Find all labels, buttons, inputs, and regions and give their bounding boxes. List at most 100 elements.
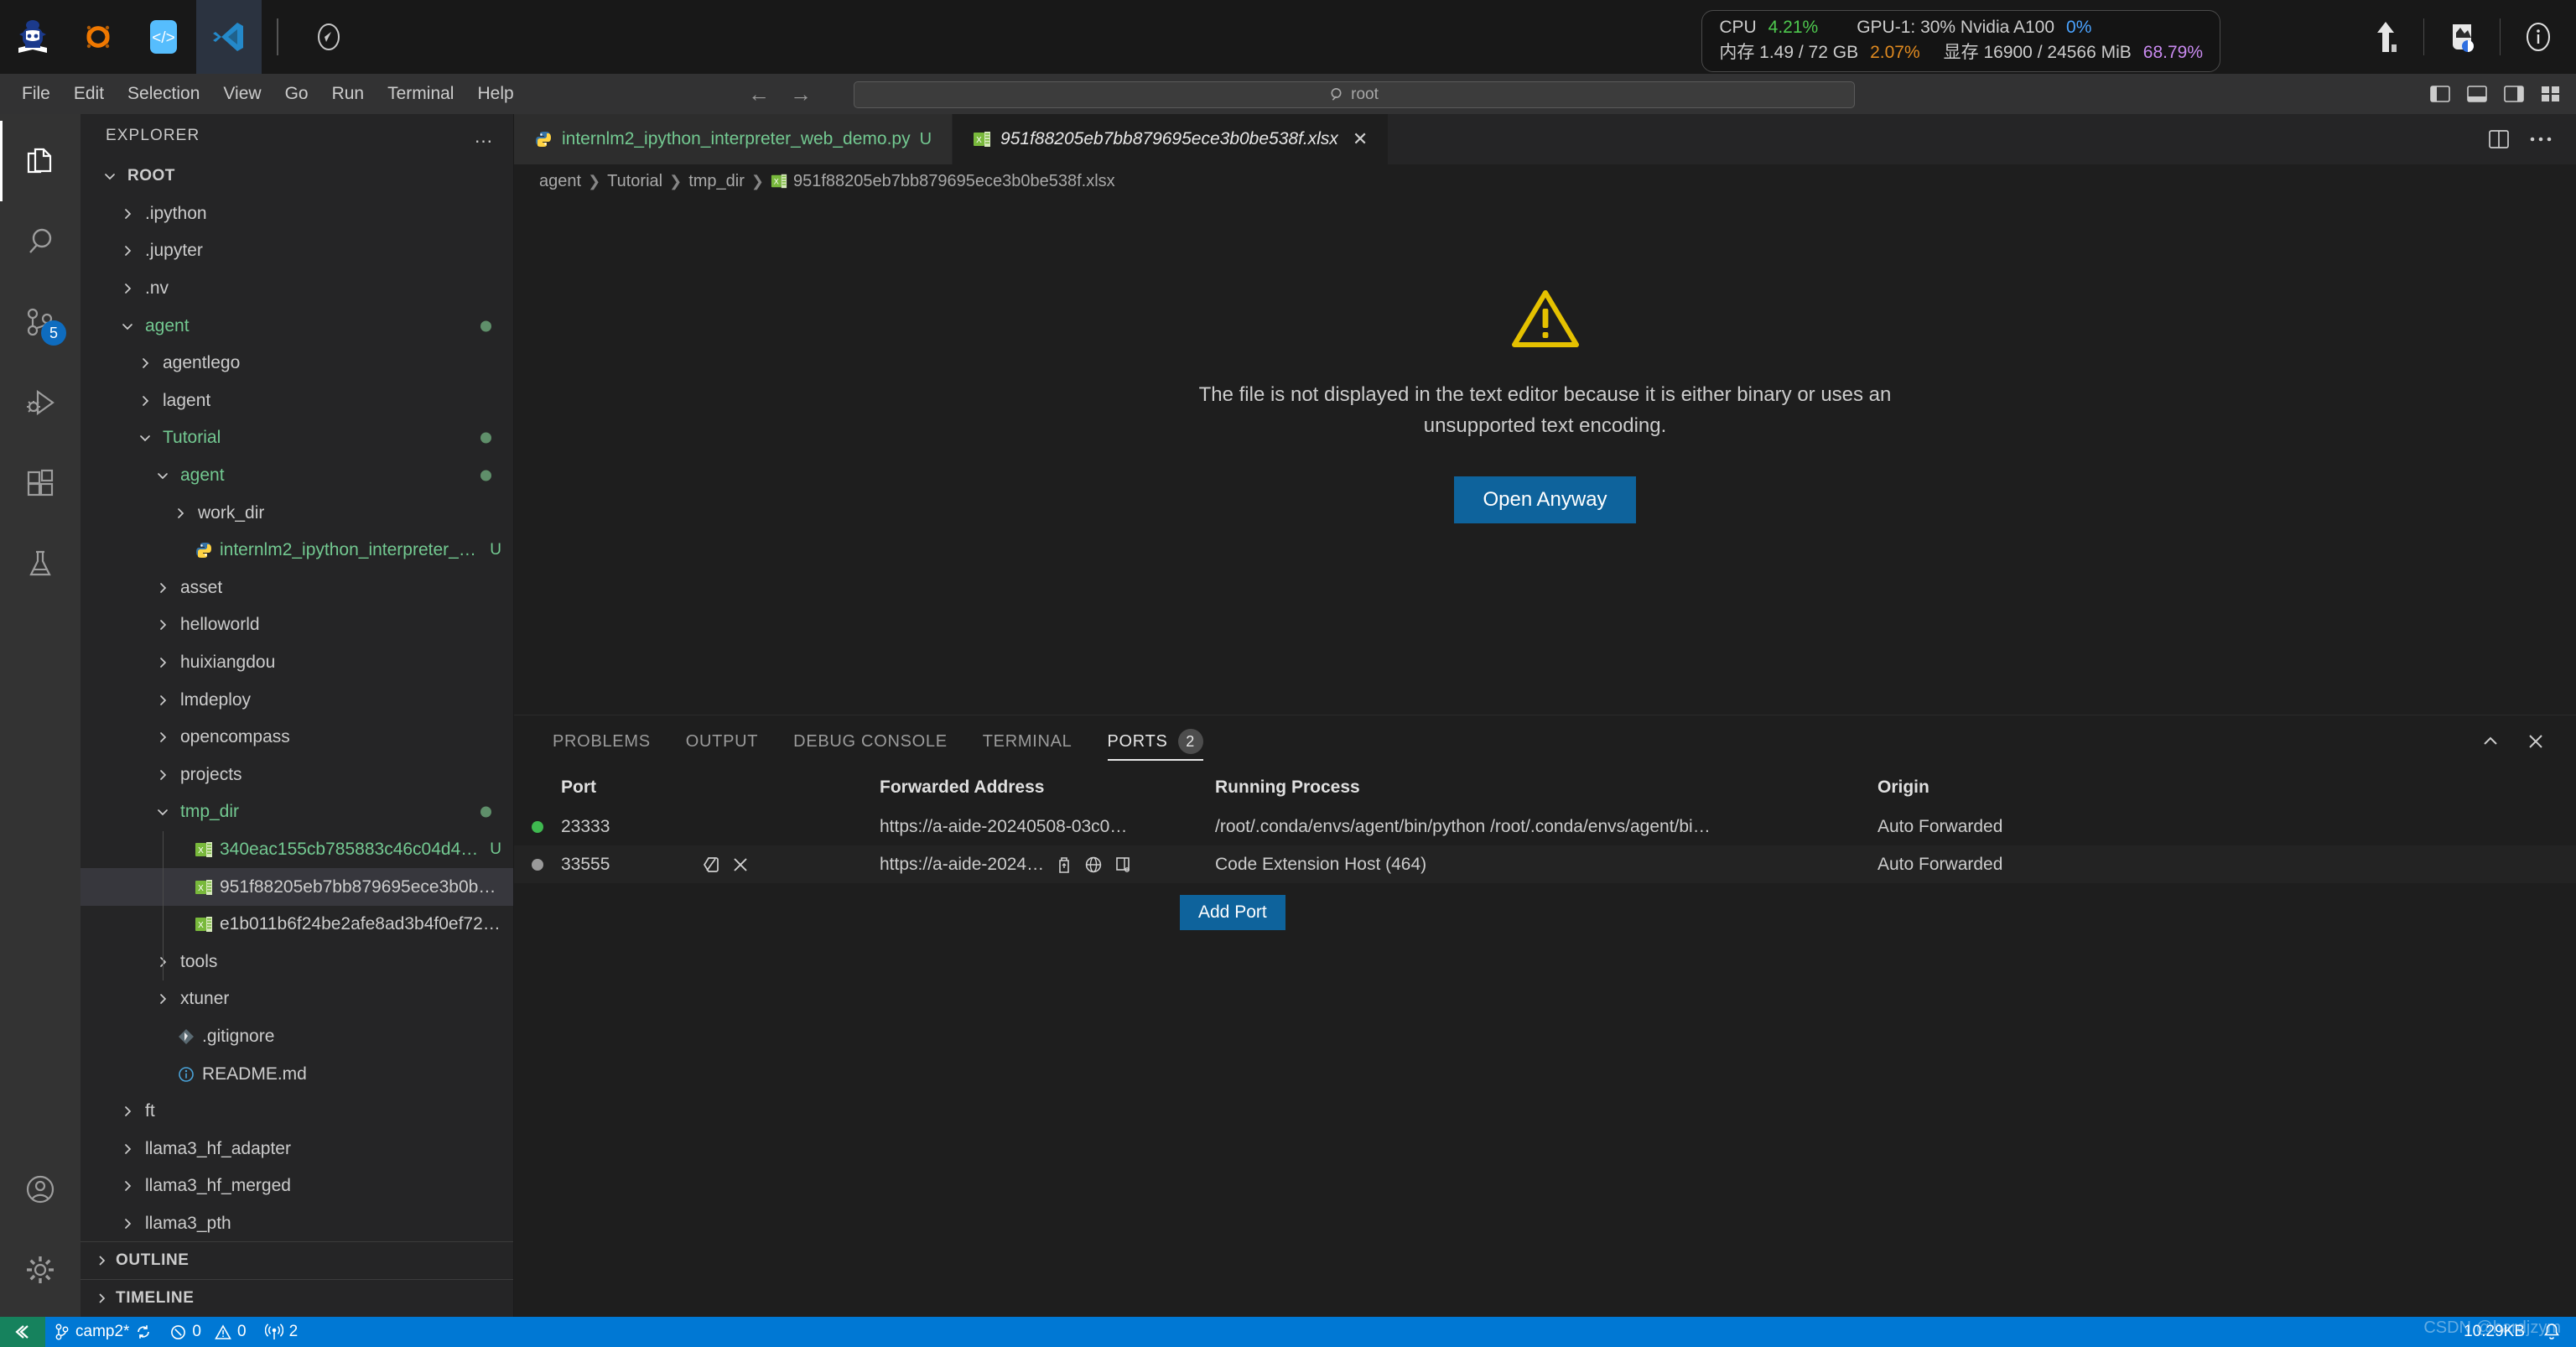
status-ports[interactable]: 2 [256,1317,308,1347]
chevron-down-icon[interactable] [134,431,156,445]
menu-selection[interactable]: Selection [116,80,211,108]
chevron-right-icon[interactable] [152,656,174,669]
sidebar-item-run-and-debug[interactable] [0,362,80,443]
tree-folder-work_dir[interactable]: work_dir [80,494,513,532]
tree-folder-agentlego[interactable]: agentlego [80,345,513,382]
tab-output[interactable]: OUTPUT [686,715,758,767]
explorer-more-actions-icon[interactable]: … [474,126,495,146]
menu-view[interactable]: View [211,80,273,108]
tab-terminal[interactable]: TERMINAL [983,715,1072,767]
menu-terminal[interactable]: Terminal [376,80,465,108]
chevron-right-icon[interactable] [152,731,174,744]
tree-folder-tmp_dir[interactable]: tmp_dir [80,793,513,831]
close-icon[interactable] [2521,726,2551,757]
tree-folder-llama3_pth[interactable]: llama3_pth [80,1205,513,1241]
tree-file-18[interactable]: X 340eac155cb785883c46c04d421e0… U [80,831,513,869]
tree-root[interactable]: ROOT [80,158,513,195]
gear-icon[interactable] [0,1230,80,1310]
ports-table-row[interactable]: 23333 https://a-aide-20240508-03c0… /roo… [514,808,2576,845]
internlm-logo[interactable] [0,0,65,74]
tree-file-10[interactable]: internlm2_ipython_interpreter_web… U [80,532,513,569]
upload-arrow-icon[interactable] [2348,0,2423,74]
breadcrumb-item-tmp-dir[interactable]: tmp_dir [688,172,745,191]
tree-folder-opencompass[interactable]: opencompass [80,719,513,757]
chevron-right-icon[interactable] [117,1217,138,1230]
status-branch[interactable]: camp2* [45,1317,161,1347]
sidebar-item-extensions[interactable] [0,443,80,523]
tree-file-20[interactable]: Xe1b011b6f24be2afe8ad3b4f0ef72ec1.xlsx [80,906,513,944]
sidebar-item-search[interactable] [0,201,80,282]
open-anyway-button[interactable]: Open Anyway [1454,476,1636,524]
menu-go[interactable]: Go [273,80,320,108]
stop-forwarding-icon[interactable] [732,856,749,873]
chevron-right-icon[interactable] [117,1142,138,1156]
menu-edit[interactable]: Edit [62,80,116,108]
chevron-right-icon[interactable] [169,507,191,520]
tree-folder-tools[interactable]: tools [80,943,513,980]
quick-search-input[interactable]: root [854,81,1855,108]
tree-file-19[interactable]: X 951f88205eb7bb879695ece3b0be538f.xl… [80,868,513,906]
sync-icon[interactable] [135,1324,152,1340]
chevron-up-icon[interactable] [2475,726,2506,757]
chevron-right-icon[interactable] [117,282,138,295]
tab-internlm2-py[interactable]: internlm2_ipython_interpreter_web_demo.p… [514,114,953,164]
chevron-right-icon[interactable] [152,992,174,1006]
sidebar-item-source-control[interactable]: 5 [0,282,80,362]
breadcrumb-item-tutorial[interactable]: Tutorial [607,172,662,191]
forwarded-address[interactable]: https://a-aide-2024… [880,855,1044,875]
tree-folder-huixiangdou[interactable]: huixiangdou [80,644,513,682]
tree-folder-nv[interactable]: .nv [80,270,513,308]
chevron-right-icon[interactable] [134,394,156,408]
close-icon[interactable]: ✕ [1353,130,1368,148]
go-back-icon[interactable]: ← [745,81,773,107]
chevron-down-icon[interactable] [99,169,121,183]
menu-run[interactable]: Run [320,80,377,108]
chevron-right-icon[interactable] [117,1179,138,1193]
chevron-right-icon[interactable] [152,618,174,632]
tree-folder-jupyter[interactable]: .jupyter [80,232,513,270]
menu-help[interactable]: Help [465,80,525,108]
tree-folder-asset[interactable]: asset [80,569,513,607]
chevron-down-icon[interactable] [117,320,138,333]
screenshot-icon[interactable] [2424,0,2500,74]
menu-file[interactable]: File [10,80,62,108]
ports-table-row[interactable]: 33555 https://a-aide-2024… Code Extensio… [514,845,2576,883]
chevron-right-icon[interactable] [152,768,174,782]
breadcrumb-item-agent[interactable]: agent [539,172,581,191]
sidebar-item-testing[interactable] [0,523,80,604]
preview-browser-icon[interactable] [1114,856,1133,874]
edit-label-icon[interactable] [702,856,720,874]
tree-folder-llama3_hf_adapter[interactable]: llama3_hf_adapter [80,1130,513,1168]
add-port-button[interactable]: Add Port [1180,895,1285,930]
chevron-right-icon[interactable] [117,207,138,221]
toggle-secondary-sidebar-icon[interactable] [2497,77,2531,111]
tree-folder-lagent[interactable]: lagent [80,382,513,420]
tree-folder-projects[interactable]: projects [80,757,513,794]
toggle-primary-sidebar-icon[interactable] [2423,77,2457,111]
chevron-down-icon[interactable] [152,469,174,482]
customize-layout-icon[interactable] [2534,77,2568,111]
more-actions-icon[interactable] [2524,122,2558,156]
copy-icon[interactable] [1056,856,1072,874]
remote-indicator-icon[interactable] [0,1317,45,1347]
tree-folder-tutorial[interactable]: Tutorial [80,419,513,457]
go-forward-icon[interactable]: → [787,81,815,107]
tree-file-24[interactable]: README.md [80,1055,513,1093]
bell-icon[interactable] [2534,1317,2569,1347]
breadcrumb-item-file[interactable]: X 951f88205eb7bb879695ece3b0be538f.xlsx [771,172,1115,191]
sidebar-item-explorer[interactable] [0,121,80,201]
tab-problems[interactable]: PROBLEMS [553,715,651,767]
chevron-right-icon[interactable] [152,694,174,707]
tree-folder-agent[interactable]: agent [80,457,513,495]
tree-folder-ipython[interactable]: .ipython [80,195,513,233]
chevron-right-icon[interactable] [117,1105,138,1118]
code-brackets-logo[interactable]: </> [131,0,196,74]
status-problems[interactable]: 0 0 [161,1317,255,1347]
tab-debug-console[interactable]: DEBUG CONSOLE [793,715,948,767]
tree-folder-llama3_hf_merged[interactable]: llama3_hf_merged [80,1168,513,1205]
tree-folder-ft[interactable]: ft [80,1093,513,1131]
account-icon[interactable] [0,1149,80,1230]
toggle-panel-icon[interactable] [2460,77,2494,111]
tree-folder-agent[interactable]: agent [80,307,513,345]
info-icon[interactable] [2501,0,2576,74]
